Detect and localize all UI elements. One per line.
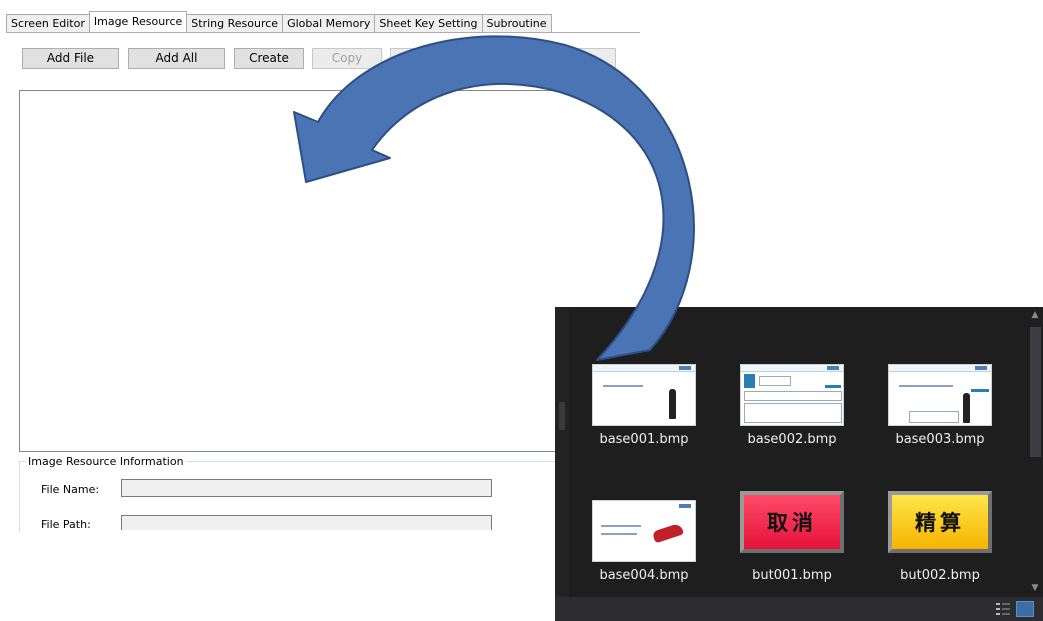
- person-figure: [669, 389, 676, 419]
- file-path-field[interactable]: [121, 515, 492, 530]
- file-browser-panel: base001.bmp base002.bmp base003.bmp base…: [555, 307, 1043, 621]
- thumb-badge: [679, 366, 691, 370]
- thumb-text: [603, 385, 643, 387]
- button-image-text: 精算: [915, 511, 965, 535]
- gutter-handle[interactable]: [559, 402, 565, 430]
- large-icons-view-icon[interactable]: [1016, 601, 1034, 617]
- thumb-box: [744, 403, 842, 423]
- scroll-up-icon[interactable]: ▲: [1030, 310, 1040, 320]
- left-gutter: [555, 307, 569, 597]
- car-image: [651, 522, 685, 544]
- details-view-icon[interactable]: [996, 603, 1010, 615]
- thumb-chip: [825, 385, 841, 388]
- info-group-title: Image Resource Information: [26, 455, 186, 468]
- file-name-but001[interactable]: but001.bmp: [722, 568, 862, 583]
- thumbnail-but002[interactable]: 精算: [888, 491, 992, 553]
- button-image-text: 取消: [767, 511, 817, 535]
- add-all-button[interactable]: Add All: [128, 48, 225, 69]
- file-name-base004[interactable]: base004.bmp: [574, 568, 714, 583]
- thumb-box: [759, 376, 791, 386]
- tab-subroutine[interactable]: Subroutine: [481, 14, 552, 32]
- thumb-text: [601, 533, 637, 535]
- thumbnail-base004[interactable]: [592, 500, 696, 562]
- scroll-down-icon[interactable]: ▼: [1030, 583, 1040, 593]
- scrollbar-thumb[interactable]: [1030, 327, 1041, 457]
- file-name-label: File Name:: [41, 483, 100, 496]
- image-preview-area[interactable]: [19, 90, 640, 452]
- edit-button[interactable]: Edit: [546, 48, 616, 69]
- status-bar: [555, 597, 1043, 621]
- thumb-text: [899, 385, 953, 387]
- thumbnail-but001[interactable]: 取消: [740, 491, 844, 553]
- thumb-text: [601, 525, 641, 527]
- thumb-box: [909, 411, 959, 423]
- thumb-badge: [679, 504, 691, 508]
- create-button[interactable]: Create: [234, 48, 304, 69]
- tab-string-resource[interactable]: String Resource: [186, 14, 284, 32]
- thumbnail-base002[interactable]: [740, 364, 844, 426]
- file-name-but002[interactable]: but002.bmp: [870, 568, 1010, 583]
- person-figure: [963, 393, 970, 423]
- thumb-badge: [827, 366, 839, 370]
- file-name-base003[interactable]: base003.bmp: [870, 432, 1010, 447]
- thumb-box: [744, 391, 842, 401]
- thumbnail-base003[interactable]: [888, 364, 992, 426]
- thumb-chip: [744, 374, 755, 388]
- file-name-field[interactable]: [121, 479, 492, 497]
- tab-global-memory[interactable]: Global Memory: [282, 14, 376, 32]
- image-resource-editor: Screen Editor Image Resource String Reso…: [0, 0, 641, 532]
- tab-bar: Screen Editor Image Resource String Reso…: [6, 11, 552, 32]
- tab-screen-editor[interactable]: Screen Editor: [6, 14, 90, 32]
- tab-image-resource[interactable]: Image Resource: [88, 11, 188, 32]
- toolbar-button-hidden[interactable]: [468, 48, 538, 69]
- thumbnail-base001[interactable]: [592, 364, 696, 426]
- thumb-badge: [975, 366, 987, 370]
- file-path-label: File Path:: [41, 518, 91, 531]
- tab-divider: [6, 32, 640, 33]
- file-name-base001[interactable]: base001.bmp: [574, 432, 714, 447]
- tab-sheet-key-setting[interactable]: Sheet Key Setting: [374, 14, 483, 32]
- file-name-base002[interactable]: base002.bmp: [722, 432, 862, 447]
- rename-button[interactable]: Re: [390, 48, 460, 69]
- add-file-button[interactable]: Add File: [22, 48, 119, 69]
- copy-button[interactable]: Copy: [312, 48, 382, 69]
- thumb-chip: [971, 389, 989, 392]
